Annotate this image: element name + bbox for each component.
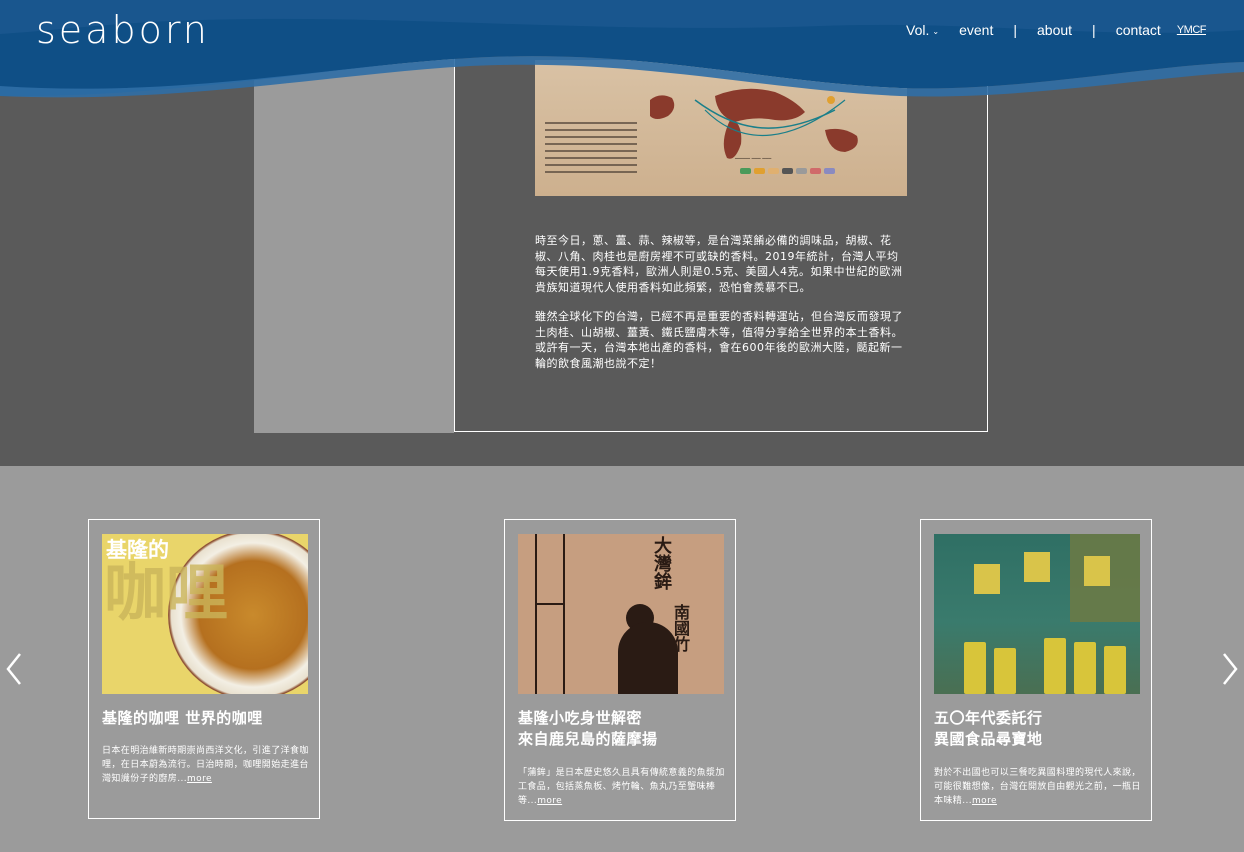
card-description: 對於不出國也可以三餐吃異國料理的現代人來說，可能很難想像，台灣在開放自由觀光之前… xyxy=(934,766,1144,808)
card-image-satsuma[interactable]: 大灣鉾 南國竹 xyxy=(518,534,724,694)
site-logo[interactable]: seaborn xyxy=(36,8,210,52)
main-nav: Vol. ⌄ event | about | contact YMCF xyxy=(886,22,1206,38)
more-link[interactable]: more xyxy=(537,796,562,806)
article-paragraph: 時至今日，蔥、薑、蒜、辣椒等，是台灣菜餚必備的調味品，胡椒、花椒、八角、肉桂也是… xyxy=(535,234,903,294)
image-text-title: 基隆的 xyxy=(106,538,169,562)
card-title-line: 五〇年代委託行 xyxy=(934,709,1043,727)
card-image-curry[interactable]: 咖哩 基隆的 xyxy=(102,534,308,694)
card-title[interactable]: 五〇年代委託行 異國食品尋寶地 xyxy=(934,708,1144,750)
card-title-line: 基隆的咖哩 世界的咖哩 xyxy=(102,709,263,727)
nav-vol-dropdown[interactable]: Vol. ⌄ xyxy=(906,22,939,38)
chevron-left-icon[interactable] xyxy=(2,650,26,688)
card-title[interactable]: 基隆的咖哩 世界的咖哩 xyxy=(102,708,312,729)
vintage-ad-lines xyxy=(535,534,565,694)
map-legend-chips xyxy=(740,168,835,174)
nav-about[interactable]: about xyxy=(1037,22,1072,38)
article-card[interactable]: 五〇年代委託行 異國食品尋寶地 對於不出國也可以三餐吃異國料理的現代人來說，可能… xyxy=(920,519,1152,821)
card-description: 日本在明治維新時期崇尚西洋文化，引進了洋食咖哩，在日本蔚為流行。日治時期，咖哩開… xyxy=(102,744,312,786)
card-image-import-shop[interactable] xyxy=(934,534,1140,694)
article-card[interactable]: 咖哩 基隆的 基隆的咖哩 世界的咖哩 日本在明治維新時期崇尚西洋文化，引進了洋食… xyxy=(88,519,320,819)
card-title-line: 異國食品尋寶地 xyxy=(934,730,1043,748)
map-caption-text xyxy=(545,122,637,178)
site-header: seaborn Vol. ⌄ event | about | contact YM… xyxy=(0,0,1244,110)
more-link[interactable]: more xyxy=(187,774,212,784)
card-title-line: 來自鹿兒島的薩摩揚 xyxy=(518,730,658,748)
article-card[interactable]: 大灣鉾 南國竹 基隆小吃身世解密 來自鹿兒島的薩摩揚 「蒲鉾」是日本歷史悠久且具… xyxy=(504,519,736,821)
ymcf-logo-link[interactable]: YMCF xyxy=(1177,24,1207,36)
card-desc-ellipsis: ... xyxy=(962,796,972,806)
more-link[interactable]: more xyxy=(972,796,997,806)
card-description: 「蒲鉾」是日本歷史悠久且具有傳統意義的魚漿加工食品，包括蒸魚板、烤竹輪、魚丸乃至… xyxy=(518,766,728,808)
chevron-down-icon: ⌄ xyxy=(932,26,940,36)
article-paragraph: 雖然全球化下的台灣，已經不再是重要的香料轉運站，但台灣反而發現了土肉桂、山胡椒、… xyxy=(535,310,903,370)
card-title[interactable]: 基隆小吃身世解密 來自鹿兒島的薩摩揚 xyxy=(518,708,728,750)
nav-event[interactable]: event xyxy=(959,22,993,38)
map-legend: ━━━━━ ━━━ ━━━ xyxy=(735,156,772,162)
image-text-big: 咖哩 xyxy=(104,556,229,629)
nav-separator: | xyxy=(1092,22,1096,38)
article-body: 時至今日，蔥、薑、蒜、辣椒等，是台灣菜餚必備的調味品，胡椒、花椒、八角、肉桂也是… xyxy=(535,233,907,385)
nav-vol-label: Vol. xyxy=(906,22,930,38)
nav-contact[interactable]: contact xyxy=(1116,22,1161,38)
card-title-line: 基隆小吃身世解密 xyxy=(518,709,643,727)
card-desc-ellipsis: ... xyxy=(527,796,538,806)
chevron-right-icon[interactable] xyxy=(1218,650,1242,688)
nav-separator: | xyxy=(1013,22,1017,38)
card-desc-ellipsis: ... xyxy=(177,774,187,784)
